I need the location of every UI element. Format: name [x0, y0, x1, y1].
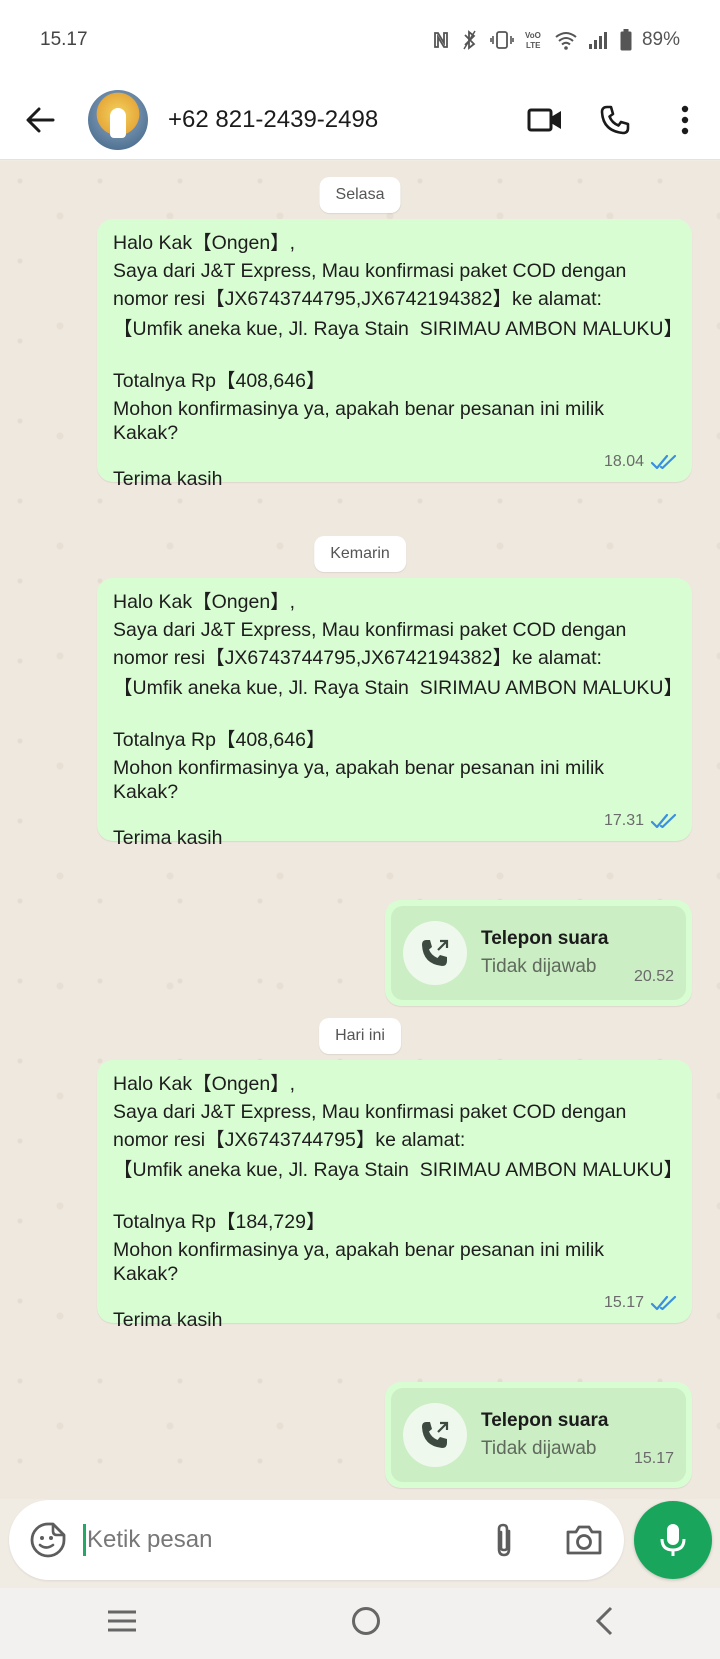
message-line: Mohon konfirmasinya ya, apakah benar pes…: [113, 757, 605, 779]
message-line: Terima kasih: [113, 1309, 223, 1331]
contact-name[interactable]: +62 821-2439-2498: [168, 106, 510, 134]
message-line: nomor resi【JX6743744795,JX6742194382】ke …: [113, 288, 602, 310]
message-time: 15.17: [603, 1294, 644, 1311]
message-line: Kakak?: [113, 1263, 179, 1285]
message-line: Terima kasih: [113, 827, 223, 849]
message-line: Saya dari J&T Express, Mau konfirmasi pa…: [113, 619, 627, 641]
home-button[interactable]: [351, 1606, 381, 1641]
sticker-button[interactable]: [13, 1521, 83, 1559]
message-line: Terima kasih: [113, 468, 223, 490]
battery-icon: [620, 29, 632, 51]
vibrate-icon: [490, 30, 514, 50]
message-bubble[interactable]: Halo Kak【Ongen】, Saya dari J&T Express, …: [97, 219, 692, 490]
outgoing-call-icon: [422, 1421, 449, 1448]
outgoing-call-icon: [422, 939, 449, 966]
status-bar: 15.17 VoO LTE 89%: [0, 0, 720, 80]
attach-icon: [497, 1523, 511, 1557]
system-nav-bar: [0, 1588, 720, 1659]
message-line: Kakak?: [113, 422, 179, 444]
missed-call-bubble[interactable]: Telepon suara Tidak dijawab 15.17: [385, 1382, 692, 1488]
back-button[interactable]: [0, 80, 80, 160]
status-icons: VoO LTE 89%: [432, 29, 680, 51]
message-time: 17.31: [603, 812, 644, 829]
home-icon: [351, 1607, 380, 1635]
message-line: Mohon konfirmasinya ya, apakah benar pes…: [113, 1239, 605, 1261]
double-check-icon: [650, 813, 677, 829]
mic-icon: [660, 1524, 686, 1556]
message-line: Halo Kak【Ongen】,: [113, 1073, 296, 1095]
message-line: Totalnya Rp【408,646】: [113, 729, 326, 751]
call-card: Telepon suara Tidak dijawab 20.52: [391, 906, 686, 1000]
message-line: Saya dari J&T Express, Mau konfirmasi pa…: [113, 260, 627, 282]
call-icon-circle: [403, 1403, 467, 1467]
message-line: Halo Kak【Ongen】,: [113, 232, 296, 254]
call-status: Tidak dijawab: [481, 956, 597, 977]
date-separator: Selasa: [319, 177, 401, 213]
message-line: 【Umfik aneka kue, Jl. Raya Stain SIRIMAU…: [113, 1159, 683, 1181]
wifi-icon: [554, 30, 578, 50]
phone-icon: [600, 105, 630, 134]
call-time: 15.17: [633, 1450, 674, 1467]
attach-button[interactable]: [464, 1521, 544, 1559]
call-icon-circle: [403, 921, 467, 985]
back-arrow-icon: [26, 107, 55, 132]
more-vert-icon: [681, 105, 689, 134]
call-status: Tidak dijawab: [481, 1438, 597, 1459]
call-title: Telepon suara: [481, 1410, 609, 1431]
message-line: Kakak?: [113, 781, 179, 803]
voice-message-button[interactable]: [634, 1501, 712, 1579]
date-separator: Hari ini: [319, 1018, 401, 1054]
system-back-button[interactable]: [594, 1606, 614, 1641]
double-check-icon: [650, 454, 677, 470]
voice-call-button[interactable]: [580, 80, 650, 160]
back-icon: [595, 1606, 612, 1636]
call-card: Telepon suara Tidak dijawab 15.17: [391, 1388, 686, 1482]
message-composer: Ketik pesan: [9, 1500, 624, 1580]
message-line: 【Umfik aneka kue, Jl. Raya Stain SIRIMAU…: [113, 677, 683, 699]
svg-text:LTE: LTE: [526, 41, 541, 50]
message-meta: 17.31: [604, 809, 678, 833]
message-line: 【Umfik aneka kue, Jl. Raya Stain SIRIMAU…: [113, 318, 683, 340]
recent-apps-button[interactable]: [106, 1609, 138, 1638]
message-line: Totalnya Rp【408,646】: [113, 370, 326, 392]
missed-call-bubble[interactable]: Telepon suara Tidak dijawab 20.52: [385, 900, 692, 1006]
nfc-icon: [432, 30, 450, 50]
svg-text:VoO: VoO: [525, 31, 541, 40]
call-time: 20.52: [633, 968, 674, 985]
chat-header: +62 821-2439-2498: [0, 80, 720, 160]
double-check-icon: [650, 1295, 677, 1311]
status-time: 15.17: [40, 29, 88, 50]
avatar[interactable]: [88, 89, 148, 150]
volte-icon: VoO LTE: [524, 29, 544, 51]
message-line: Saya dari J&T Express, Mau konfirmasi pa…: [113, 1101, 627, 1123]
message-line: nomor resi【JX6743744795】ke alamat:: [113, 1129, 466, 1151]
call-title: Telepon suara: [481, 928, 609, 949]
video-call-button[interactable]: [510, 80, 580, 160]
recent-apps-icon: [108, 1610, 137, 1632]
sticker-icon: [30, 1522, 66, 1558]
message-input[interactable]: Ketik pesan: [83, 1524, 464, 1556]
message-bubble[interactable]: Halo Kak【Ongen】, Saya dari J&T Express, …: [97, 1060, 692, 1331]
bluetooth-icon: [460, 29, 480, 51]
message-line: Totalnya Rp【184,729】: [113, 1211, 326, 1233]
message-bubble[interactable]: Halo Kak【Ongen】, Saya dari J&T Express, …: [97, 578, 692, 849]
message-meta: 18.04: [604, 450, 678, 474]
message-line: Halo Kak【Ongen】,: [113, 591, 296, 613]
battery-percent: 89%: [641, 29, 680, 50]
date-separator: Kemarin: [314, 536, 406, 572]
message-meta: 15.17: [604, 1291, 678, 1315]
camera-icon: [566, 1525, 602, 1555]
camera-button[interactable]: [544, 1524, 624, 1556]
chat-area[interactable]: Selasa Halo Kak【Ongen】, Saya dari J&T Ex…: [0, 161, 720, 1499]
message-line: nomor resi【JX6743744795,JX6742194382】ke …: [113, 647, 602, 669]
message-time: 18.04: [603, 453, 644, 470]
video-call-icon: [527, 108, 561, 131]
message-line: Mohon konfirmasinya ya, apakah benar pes…: [113, 398, 605, 420]
signal-icon: [588, 30, 610, 50]
more-options-button[interactable]: [650, 80, 720, 160]
